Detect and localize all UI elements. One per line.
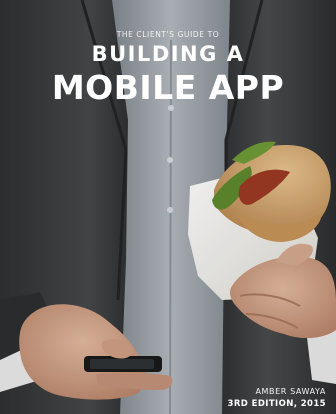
edition-label: 3RD EDITION, 2015 [227, 399, 326, 409]
cover-title-line1: BUILDING A [91, 42, 245, 66]
cover-title-line2: MOBILE APP [51, 68, 285, 107]
author-name: AMBER SAWAYA [255, 387, 326, 396]
book-cover: THE CLIENT'S GUIDE TO BUILDING A MOBILE … [0, 0, 336, 414]
cover-kicker: THE CLIENT'S GUIDE TO [116, 30, 220, 39]
